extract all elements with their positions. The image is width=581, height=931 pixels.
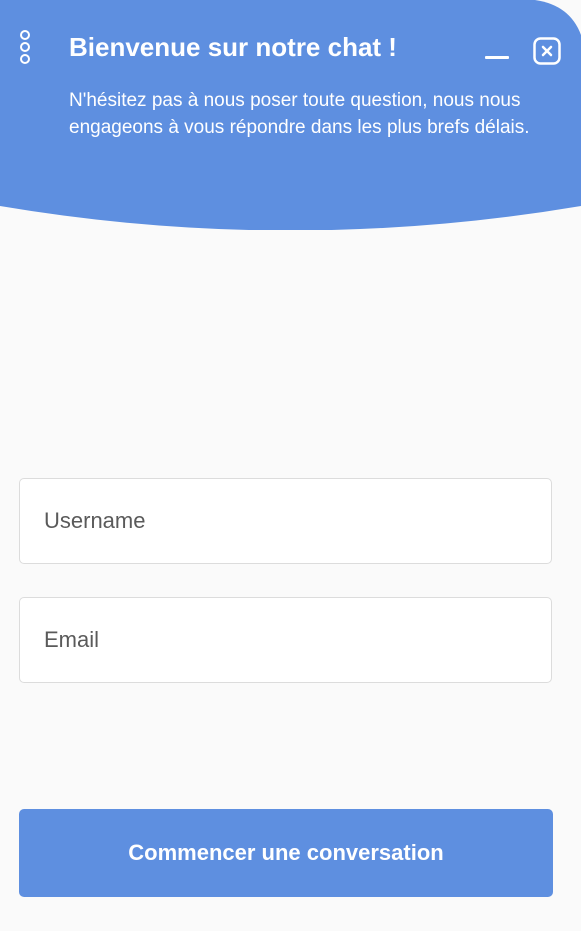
close-button[interactable] — [533, 37, 561, 65]
chat-title: Bienvenue sur notre chat ! — [69, 32, 397, 62]
minimize-button[interactable] — [483, 40, 511, 64]
minimize-icon — [485, 56, 509, 59]
start-conversation-button[interactable]: Commencer une conversation — [19, 809, 553, 897]
close-icon — [533, 37, 561, 65]
chat-widget: Bienvenue sur notre chat ! N'hésitez pas… — [0, 0, 581, 931]
vertical-dots-icon — [20, 30, 30, 40]
menu-button[interactable] — [14, 30, 36, 64]
chat-subtitle: N'hésitez pas à nous poser toute questio… — [69, 90, 530, 138]
vertical-dots-icon — [20, 54, 30, 64]
username-input[interactable] — [19, 478, 552, 564]
vertical-dots-icon — [20, 42, 30, 52]
chat-header: Bienvenue sur notre chat ! N'hésitez pas… — [0, 0, 581, 230]
email-input[interactable] — [19, 597, 552, 683]
